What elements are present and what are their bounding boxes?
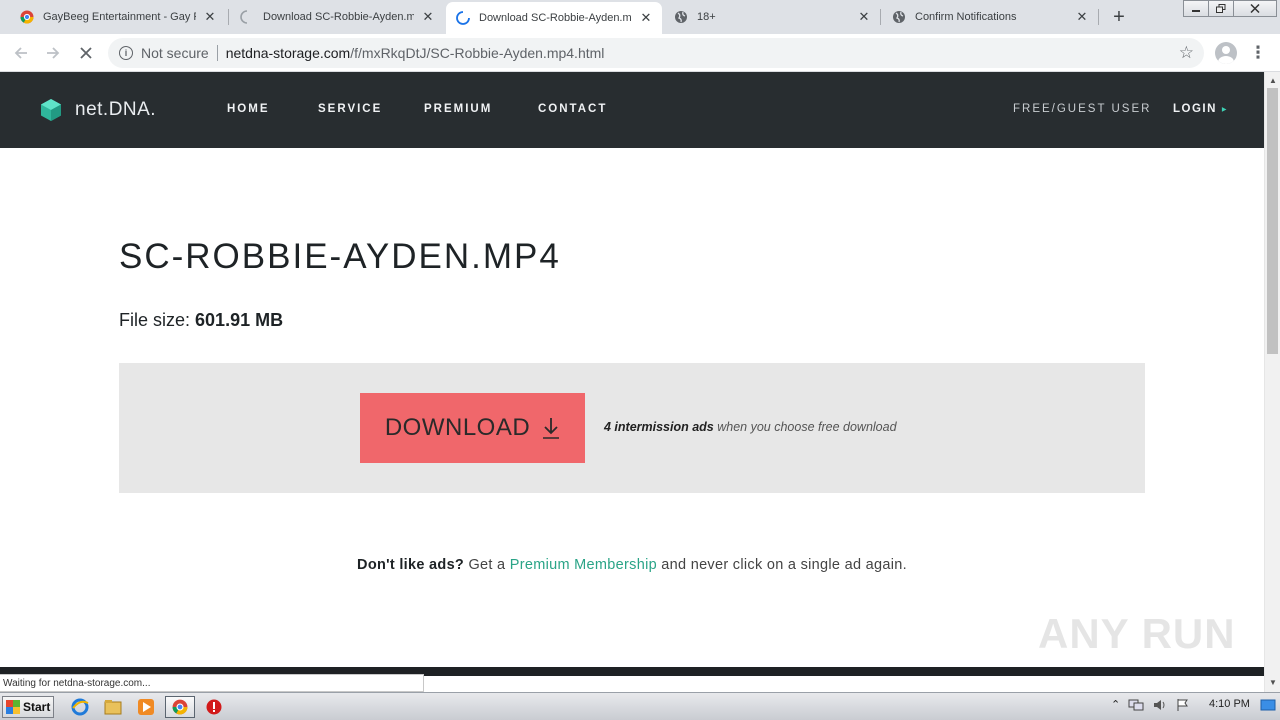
tab-download-1[interactable]: Download SC-Robbie-Ayden.mp4 ✕ (220, 0, 444, 34)
info-icon[interactable]: i (119, 46, 133, 60)
tab-confirm-notifications[interactable]: Confirm Notifications ✕ (872, 0, 1098, 34)
url-path: /f/mxRkqDtJ/SC-Robbie-Ayden.mp4.html (350, 45, 605, 61)
profile-avatar-icon[interactable] (1215, 42, 1237, 64)
file-size-label: File size: (119, 310, 191, 330)
ad-count: 4 intermission ads (604, 420, 714, 434)
file-size-value: 601.91 MB (195, 310, 284, 330)
login-link[interactable]: LOGIN ▶ (1173, 103, 1228, 115)
loading-spinner-icon (456, 11, 470, 25)
browser-menu-icon[interactable]: ⋮ (1250, 42, 1267, 64)
premium-promo: Don't like ads? Get a Premium Membership… (0, 557, 1264, 573)
minimize-icon (1192, 9, 1200, 12)
forward-arrow-icon (47, 47, 60, 59)
browser-tab-strip: GayBeeg Entertainment - Gay Po ✕ Downloa… (0, 0, 1280, 34)
address-bar[interactable]: i Not secure netdna-storage.com/f/mxRkqD… (108, 38, 1204, 68)
file-size: File size: 601.91 MB (119, 310, 283, 331)
scroll-up-icon[interactable]: ▲ (1265, 72, 1280, 88)
download-button[interactable]: DOWNLOAD (360, 393, 585, 463)
file-title: SC-ROBBIE-AYDEN.MP4 (119, 237, 561, 276)
nav-service[interactable]: SERVICE (318, 103, 382, 115)
forward-button[interactable] (42, 42, 64, 64)
download-panel: DOWNLOAD 4 intermission ads when you cho… (119, 363, 1145, 493)
stop-loading-button[interactable] (75, 42, 97, 64)
tab-title: Download SC-Robbie-Ayden.mp4 (479, 12, 632, 24)
windows-taskbar: Start ⌃ 4:10 PM (0, 692, 1280, 720)
user-status: FREE/GUEST USER (1013, 103, 1152, 115)
page-viewport: net.DNA. HOME SERVICE PREMIUM CONTACT FR… (0, 72, 1264, 676)
show-desktop-icon[interactable] (1260, 698, 1276, 715)
close-icon[interactable]: ✕ (1074, 9, 1090, 25)
download-button-label: DOWNLOAD (384, 414, 531, 441)
tab-18plus[interactable]: 18+ ✕ (654, 0, 880, 34)
site-brand: net.DNA. (75, 99, 157, 120)
chrome-icon (20, 10, 34, 24)
chrome-taskbar-icon[interactable] (165, 696, 195, 718)
nav-contact[interactable]: CONTACT (538, 103, 607, 115)
promo-pre: Get a (464, 557, 510, 573)
file-explorer-icon[interactable] (103, 697, 123, 717)
scrollbar-thumb[interactable] (1267, 88, 1278, 354)
close-icon[interactable]: ✕ (856, 9, 872, 25)
back-arrow-icon (14, 47, 27, 59)
loading-spinner-icon (240, 10, 254, 24)
ie-icon[interactable] (70, 697, 90, 717)
media-player-icon[interactable] (136, 697, 156, 717)
globe-icon (892, 10, 906, 24)
site-header: net.DNA. HOME SERVICE PREMIUM CONTACT FR… (0, 72, 1264, 148)
stop-icon (80, 47, 92, 59)
promo-post: and never click on a single ad again. (656, 557, 907, 573)
tab-gaybeeg[interactable]: GayBeeg Entertainment - Gay Po ✕ (0, 0, 226, 34)
tray-expand-icon[interactable]: ⌃ (1111, 698, 1120, 711)
caret-right-icon: ▶ (1221, 106, 1229, 113)
tab-title: Confirm Notifications (915, 11, 1017, 23)
browser-toolbar: i Not secure netdna-storage.com/f/mxRkqD… (0, 34, 1280, 72)
nav-premium[interactable]: PREMIUM (424, 103, 492, 115)
restore-button[interactable] (1208, 0, 1234, 17)
close-window-button[interactable] (1233, 0, 1277, 17)
network-icon[interactable] (1128, 698, 1144, 715)
premium-membership-link[interactable]: Premium Membership (510, 557, 657, 573)
nav-home[interactable]: HOME (227, 103, 270, 115)
close-icon[interactable]: ✕ (638, 10, 654, 26)
close-icon[interactable]: ✕ (420, 9, 436, 25)
tab-title: 18+ (697, 11, 716, 23)
tab-download-active[interactable]: Download SC-Robbie-Ayden.mp4 ✕ (446, 2, 662, 34)
new-tab-button[interactable]: + (1108, 6, 1130, 28)
download-ad-note: 4 intermission ads when you choose free … (604, 420, 897, 434)
volume-icon[interactable] (1152, 698, 1168, 715)
tab-title: Download SC-Robbie-Ayden.mp4 (263, 11, 414, 23)
minimize-button[interactable] (1183, 0, 1209, 17)
clock[interactable]: 4:10 PM (1209, 698, 1250, 710)
start-label: Start (23, 700, 51, 714)
ad-note-rest: when you choose free download (713, 420, 897, 434)
restore-icon (1216, 4, 1226, 13)
promo-question: Don't like ads? (357, 557, 465, 573)
tab-separator (1098, 9, 1099, 25)
tab-title: GayBeeg Entertainment - Gay Po (43, 11, 196, 23)
hexagon-cube-icon (41, 99, 61, 121)
windows-logo-icon (6, 700, 20, 714)
action-center-flag-icon[interactable] (1176, 698, 1190, 715)
bookmark-star-icon[interactable]: ☆ (1179, 43, 1194, 63)
close-icon[interactable]: ✕ (202, 9, 218, 25)
address-divider (216, 45, 218, 61)
back-button[interactable] (10, 42, 32, 64)
globe-icon (674, 10, 688, 24)
stop-sign-icon[interactable] (204, 697, 224, 717)
start-button[interactable]: Start (2, 696, 54, 718)
scroll-down-icon[interactable]: ▼ (1265, 674, 1280, 690)
download-arrow-icon (543, 418, 560, 439)
url-host: netdna-storage.com (225, 45, 351, 61)
anyrun-watermark: ANY RUN (1038, 610, 1236, 657)
page-scrollbar[interactable]: ▲ ▼ (1264, 72, 1280, 692)
close-window-icon (1250, 4, 1260, 13)
status-bubble: Waiting for netdna-storage.com... (0, 674, 424, 692)
login-label: LOGIN (1173, 103, 1217, 115)
site-logo[interactable]: net.DNA. (40, 98, 156, 122)
security-status: Not secure (141, 45, 209, 61)
